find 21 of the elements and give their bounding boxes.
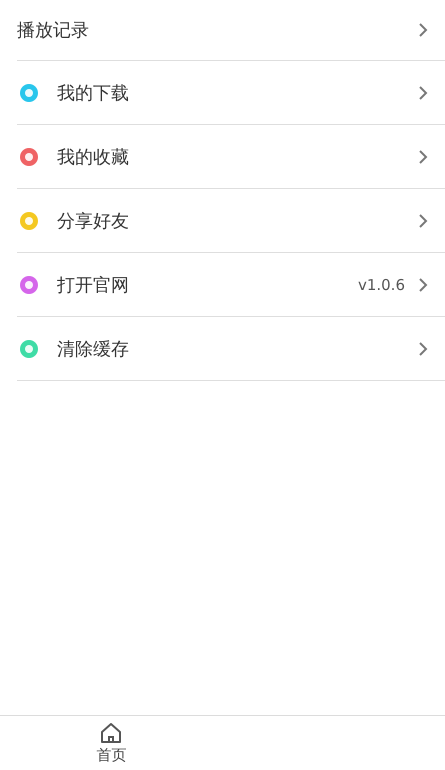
- version-text: v1.0.6: [358, 276, 405, 294]
- menu-row[interactable]: 我的收藏: [17, 125, 445, 189]
- menu-row[interactable]: 清除缓存: [17, 317, 445, 381]
- menu-row[interactable]: 我的下载: [17, 61, 445, 125]
- chevron-icon: [417, 340, 429, 358]
- home-icon: [99, 722, 124, 744]
- menu-row[interactable]: 打开官网 v1.0.6: [17, 253, 445, 317]
- row-label: 我的收藏: [57, 146, 130, 168]
- chevron-icon: [417, 84, 429, 102]
- row-label: 我的下载: [57, 82, 130, 104]
- row-label: 打开官网: [57, 274, 130, 296]
- row-label: 分享好友: [57, 210, 130, 232]
- home-tab[interactable]: 首页: [0, 716, 222, 770]
- chevron-icon: [417, 276, 429, 294]
- row-label: 清除缓存: [57, 338, 130, 360]
- menu-row[interactable]: 分享好友: [17, 189, 445, 253]
- row-label: 播放记录: [17, 19, 90, 42]
- menu-row[interactable]: 播放记录: [17, 0, 445, 61]
- chevron-icon: [417, 148, 429, 166]
- chevron-icon: [417, 21, 429, 39]
- chevron-icon: [417, 212, 429, 230]
